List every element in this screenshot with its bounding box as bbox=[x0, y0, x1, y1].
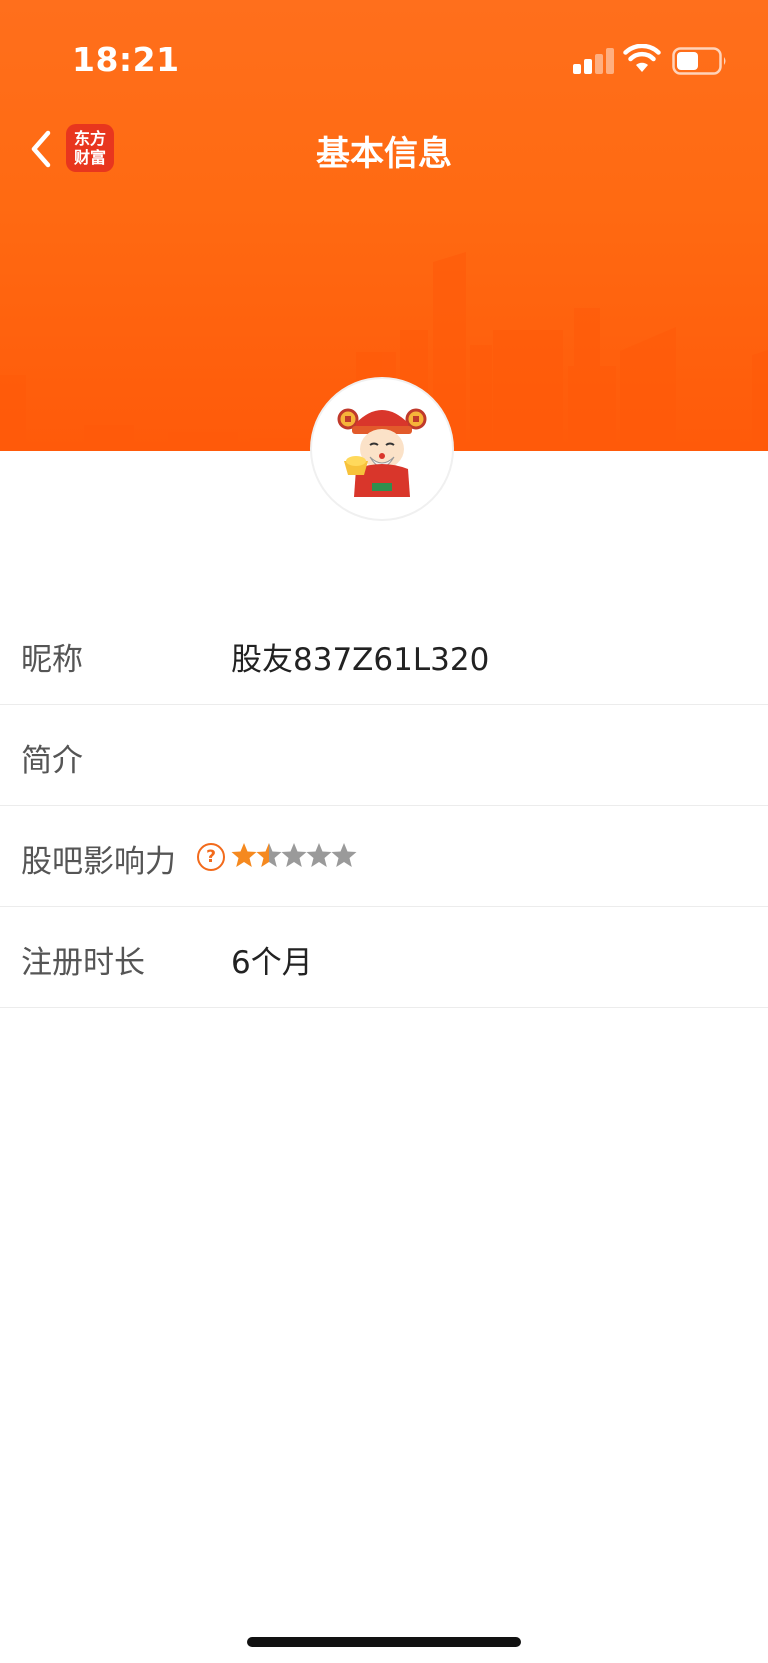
register-duration-row[interactable]: 注册时长 6个月 bbox=[0, 907, 768, 1008]
navigation-bar: 东方 财富 基本信息 bbox=[0, 112, 768, 184]
rating-star-icon bbox=[331, 843, 357, 867]
register-duration-value: 6个月 bbox=[231, 945, 313, 981]
status-time: 18:21 bbox=[72, 40, 180, 79]
influence-row[interactable]: 股吧影响力 ? bbox=[0, 806, 768, 907]
status-bar: 18:21 bbox=[0, 0, 768, 100]
nickname-label: 昵称 bbox=[21, 642, 83, 678]
bio-label: 简介 bbox=[21, 743, 83, 779]
home-indicator bbox=[247, 1637, 521, 1647]
battery-icon bbox=[672, 47, 726, 75]
rating-star-icon bbox=[306, 843, 332, 867]
help-icon[interactable]: ? bbox=[197, 843, 225, 871]
bio-row[interactable]: 简介 bbox=[0, 705, 768, 806]
rating-star-icon bbox=[281, 843, 307, 867]
nickname-value: 股友837Z61L320 bbox=[231, 642, 490, 678]
page-title: 基本信息 bbox=[316, 134, 452, 174]
wifi-icon bbox=[623, 44, 661, 72]
avatar[interactable] bbox=[312, 379, 452, 519]
rating-star-icon bbox=[231, 843, 257, 867]
nickname-row[interactable]: 昵称 股友837Z61L320 bbox=[0, 604, 768, 705]
cellular-signal-icon bbox=[571, 48, 615, 74]
register-duration-label: 注册时长 bbox=[21, 945, 145, 981]
influence-label: 股吧影响力 bbox=[21, 844, 176, 880]
rating-star-icon bbox=[256, 843, 282, 867]
info-list: 昵称 股友837Z61L320 简介 股吧影响力 ? 注册时长 6个月 bbox=[0, 604, 768, 1008]
god-of-wealth-avatar-icon bbox=[337, 408, 427, 497]
